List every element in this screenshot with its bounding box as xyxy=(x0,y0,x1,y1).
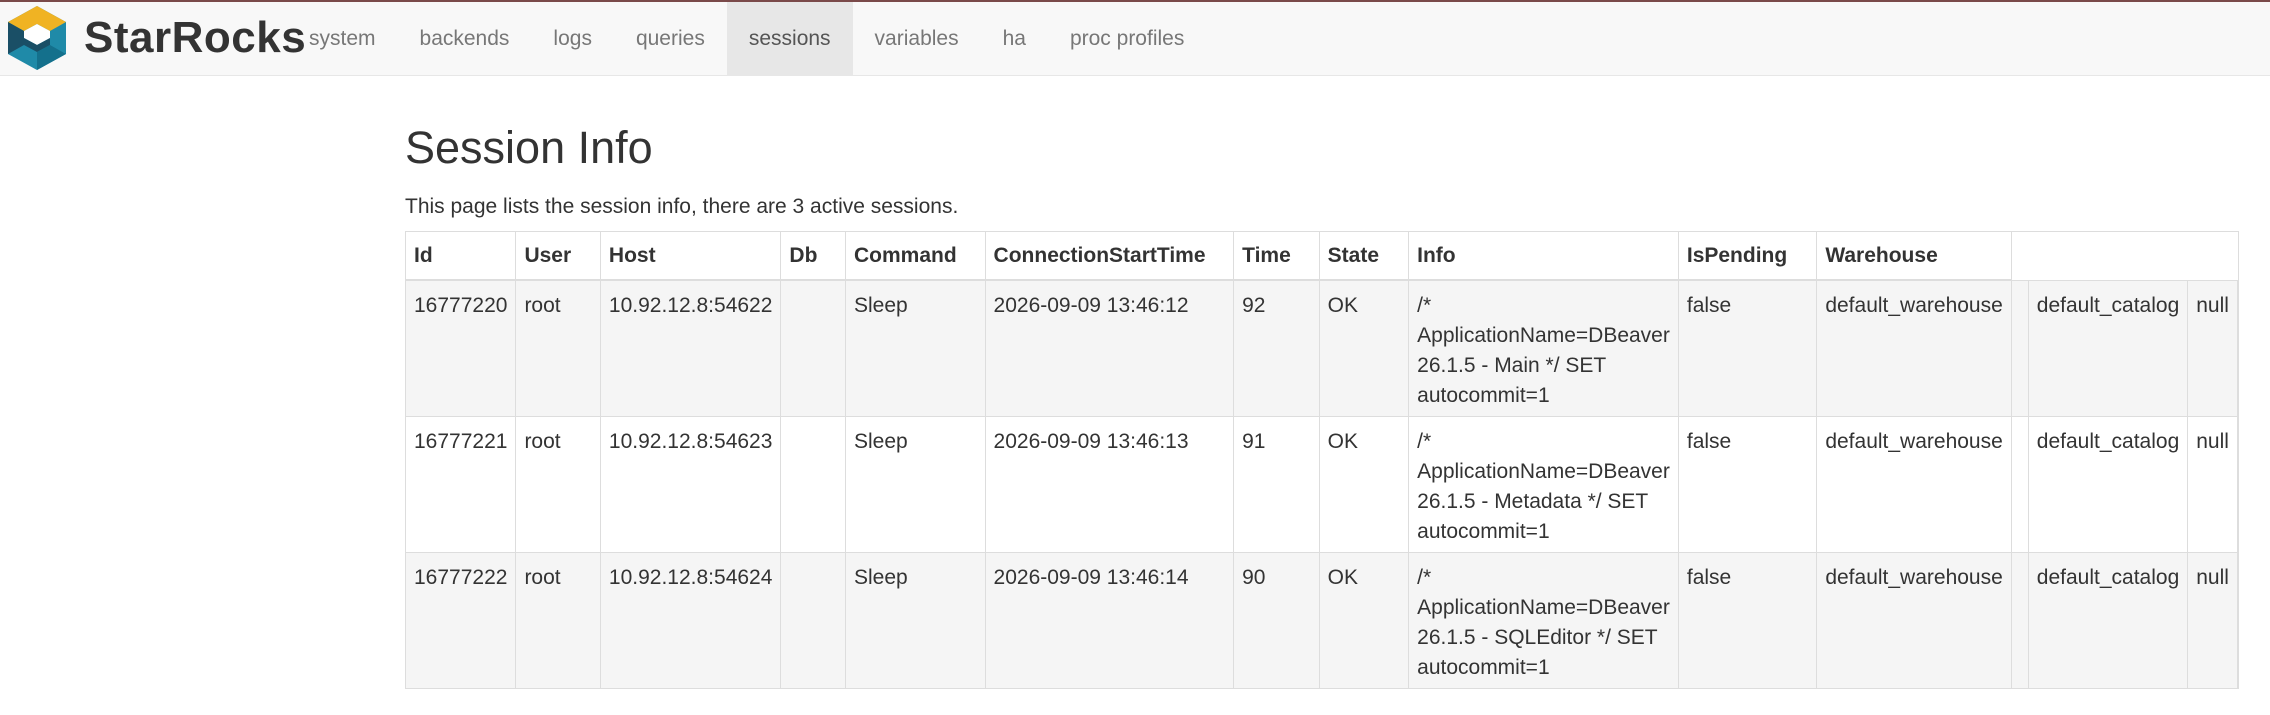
main-content: Session Info This page lists the session… xyxy=(405,76,958,220)
cell-time: 92 xyxy=(1233,279,1320,416)
cell-connection-start-time: 2026-09-09 13:46:14 xyxy=(985,551,1235,688)
brand[interactable]: StarRocks xyxy=(4,4,306,72)
cell-host: 10.92.12.8:54623 xyxy=(600,415,782,552)
nav-item-queries[interactable]: queries xyxy=(614,2,727,76)
cell-db xyxy=(780,415,846,552)
page-title: Session Info xyxy=(405,122,653,173)
cell-is-pending: false xyxy=(1678,279,1818,416)
cell-host: 10.92.12.8:54622 xyxy=(600,279,782,416)
header-blank xyxy=(2187,232,2238,280)
header-user: User xyxy=(515,232,601,281)
cell-id: 16777221 xyxy=(406,415,517,552)
cell-blank xyxy=(2011,415,2029,552)
cell-state: OK xyxy=(1319,551,1410,688)
header-db: Db xyxy=(780,232,846,281)
cell-command: Sleep xyxy=(845,279,986,416)
header-blank xyxy=(2011,232,2029,280)
cell-is-pending: false xyxy=(1678,415,1818,552)
table-row: 16777221 root 10.92.12.8:54623 Sleep 202… xyxy=(406,415,2238,552)
cell-catalog: default_catalog xyxy=(2028,279,2189,416)
cell-db xyxy=(780,551,846,688)
header-is-pending: IsPending xyxy=(1678,232,1818,281)
cell-user: root xyxy=(515,551,601,688)
session-table: Id User Host Db Command ConnectionStartT… xyxy=(406,232,2238,688)
cell-user: root xyxy=(515,415,601,552)
cell-blank xyxy=(2011,551,2029,688)
cell-warehouse: default_warehouse xyxy=(1816,415,2012,552)
cell-warehouse: default_warehouse xyxy=(1816,551,2012,688)
table-header-row: Id User Host Db Command ConnectionStartT… xyxy=(406,232,2238,281)
page-description: This page lists the session info, there … xyxy=(405,195,959,218)
nav-item-system[interactable]: system xyxy=(287,2,398,76)
nav-item-backends[interactable]: backends xyxy=(398,2,532,76)
header-command: Command xyxy=(845,232,986,281)
header-connection-start-time: ConnectionStartTime xyxy=(985,232,1235,281)
cell-user: root xyxy=(515,279,601,416)
header-warehouse: Warehouse xyxy=(1816,232,2012,281)
cell-catalog: default_catalog xyxy=(2028,415,2189,552)
cell-db xyxy=(780,279,846,416)
cell-null: null xyxy=(2187,551,2238,688)
cell-id: 16777222 xyxy=(406,551,517,688)
cell-is-pending: false xyxy=(1678,551,1818,688)
header-info: Info xyxy=(1408,232,1679,281)
cell-info: /* ApplicationName=DBeaver 26.1.5 - SQLE… xyxy=(1408,551,1679,688)
nav-item-logs[interactable]: logs xyxy=(531,2,614,76)
cell-blank xyxy=(2011,279,2029,416)
cell-connection-start-time: 2026-09-09 13:46:13 xyxy=(985,415,1235,552)
header-id: Id xyxy=(406,232,517,281)
cell-time: 90 xyxy=(1233,551,1320,688)
cell-connection-start-time: 2026-09-09 13:46:12 xyxy=(985,279,1235,416)
cell-catalog: default_catalog xyxy=(2028,551,2189,688)
cell-time: 91 xyxy=(1233,415,1320,552)
cell-command: Sleep xyxy=(845,551,986,688)
table-row: 16777220 root 10.92.12.8:54622 Sleep 202… xyxy=(406,279,2238,416)
header-blank xyxy=(2028,232,2188,280)
table-row: 16777222 root 10.92.12.8:54624 Sleep 202… xyxy=(406,551,2238,688)
cell-null: null xyxy=(2187,279,2238,416)
cell-info: /* ApplicationName=DBeaver 26.1.5 - Main… xyxy=(1408,279,1679,416)
main-nav: system backends logs queries sessions va… xyxy=(287,2,1206,76)
cell-command: Sleep xyxy=(845,415,986,552)
nav-item-sessions[interactable]: sessions xyxy=(726,2,853,76)
cell-host: 10.92.12.8:54624 xyxy=(600,551,782,688)
nav-item-ha[interactable]: ha xyxy=(981,2,1048,76)
cell-state: OK xyxy=(1319,279,1410,416)
cell-info: /* ApplicationName=DBeaver 26.1.5 - Meta… xyxy=(1408,415,1679,552)
cell-warehouse: default_warehouse xyxy=(1816,279,2012,416)
nav-item-variables[interactable]: variables xyxy=(853,2,981,76)
header-state: State xyxy=(1319,232,1410,281)
cell-id: 16777220 xyxy=(406,279,517,416)
brand-name: StarRocks xyxy=(84,13,307,62)
cell-state: OK xyxy=(1319,415,1410,552)
cell-null: null xyxy=(2187,415,2238,552)
header-time: Time xyxy=(1233,232,1320,281)
starrocks-logo-icon xyxy=(8,6,66,70)
header-host: Host xyxy=(600,232,782,281)
nav-item-proc-profiles[interactable]: proc profiles xyxy=(1048,2,1206,76)
session-table-container: Id User Host Db Command ConnectionStartT… xyxy=(405,231,2239,689)
top-navbar: StarRocks system backends logs queries s… xyxy=(0,0,2270,76)
